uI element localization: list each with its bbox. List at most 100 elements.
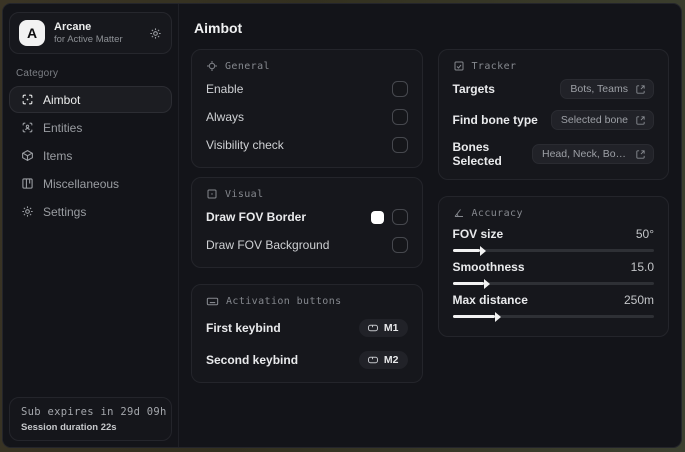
slider-value: 250m bbox=[623, 293, 654, 307]
enable-checkbox[interactable] bbox=[391, 81, 408, 97]
sidebar-item-entities[interactable]: Entities bbox=[9, 114, 172, 141]
setting-row-enable: Enable bbox=[206, 78, 408, 100]
keybind-value: M1 bbox=[383, 322, 399, 334]
overlay-window: A Arcane for Active Matter Category Aimb… bbox=[2, 3, 682, 448]
second-keybind-button[interactable]: M2 bbox=[358, 351, 408, 369]
setting-label: Targets bbox=[452, 82, 495, 96]
cube-icon bbox=[20, 149, 34, 162]
brand-text: Arcane for Active Matter bbox=[54, 21, 123, 45]
setting-row-smoothness: Smoothness 15.0 bbox=[452, 260, 654, 289]
general-card: General Enable Always Visibility check bbox=[191, 49, 423, 168]
setting-label: Smoothness bbox=[452, 260, 525, 274]
max-distance-slider[interactable] bbox=[452, 311, 654, 322]
setting-label: Visibility check bbox=[206, 138, 284, 152]
setting-label: Enable bbox=[206, 82, 244, 96]
setting-row-first-keybind: First keybind M1 bbox=[206, 317, 408, 339]
setting-row-targets: Targets Bots, Teams bbox=[452, 78, 654, 100]
visibility-check-checkbox[interactable] bbox=[391, 137, 408, 153]
setting-row-fov-size: FOV size 50° bbox=[452, 227, 654, 256]
slider-fill[interactable] bbox=[452, 311, 502, 322]
target-icon bbox=[206, 60, 218, 72]
first-keybind-button[interactable]: M1 bbox=[358, 319, 408, 337]
sidebar-item-label: Settings bbox=[43, 204, 87, 219]
slider-value: 15.0 bbox=[630, 260, 654, 274]
setting-row-always: Always bbox=[206, 106, 408, 128]
radar-box-icon bbox=[453, 60, 465, 72]
activation-card-header: Activation buttons bbox=[206, 295, 408, 308]
sidebar-item-label: Items bbox=[43, 148, 73, 163]
slider-fill[interactable] bbox=[452, 245, 486, 256]
smoothness-slider[interactable] bbox=[452, 278, 654, 289]
setting-label: Draw FOV Background bbox=[206, 238, 330, 252]
fov-border-color-swatch[interactable] bbox=[370, 210, 384, 224]
session-duration-text: Session duration 22s bbox=[21, 422, 117, 433]
category-label: Category bbox=[16, 68, 59, 79]
left-column: General Enable Always Visibility check V… bbox=[191, 49, 423, 383]
brand-logo: A bbox=[19, 20, 45, 46]
subscription-info-card: Sub expires in 29d 09h Session duration … bbox=[9, 397, 172, 441]
find-bone-type-select[interactable]: Selected bone bbox=[550, 110, 654, 130]
sub-expiry-text: Sub expires in 29d 09h bbox=[21, 406, 167, 418]
slider-fill[interactable] bbox=[452, 278, 490, 289]
sidebar-item-aimbot[interactable]: Aimbot bbox=[9, 86, 172, 113]
angle-icon bbox=[453, 207, 465, 219]
sidebar-item-settings[interactable]: Settings bbox=[9, 198, 172, 225]
select-value: Head, Neck, Body, Pe… bbox=[542, 148, 628, 160]
select-value: Selected bone bbox=[560, 114, 628, 126]
mouse-icon bbox=[367, 354, 379, 366]
accuracy-card-header: Accuracy bbox=[453, 207, 655, 219]
draw-fov-border-checkbox[interactable] bbox=[391, 209, 408, 225]
setting-row-find-bone-type: Find bone type Selected bone bbox=[452, 109, 654, 131]
setting-label: FOV size bbox=[452, 227, 504, 241]
targets-select[interactable]: Bots, Teams bbox=[560, 79, 654, 99]
page-title: Aimbot bbox=[194, 20, 243, 36]
sidebar-item-items[interactable]: Items bbox=[9, 142, 172, 169]
setting-row-max-distance: Max distance 250m bbox=[452, 293, 654, 322]
person-scan-icon bbox=[20, 121, 34, 134]
expand-select-icon bbox=[635, 149, 646, 160]
setting-label: Find bone type bbox=[452, 113, 538, 127]
sidebar-item-label: Entities bbox=[43, 120, 83, 135]
gear-icon bbox=[20, 205, 34, 218]
setting-row-second-keybind: Second keybind M2 bbox=[206, 349, 408, 371]
keyboard-icon bbox=[206, 295, 219, 308]
bones-selected-select[interactable]: Head, Neck, Body, Pe… bbox=[532, 144, 654, 164]
sidebar: A Arcane for Active Matter Category Aimb… bbox=[3, 4, 179, 447]
slider-value: 50° bbox=[635, 227, 654, 241]
gear-icon[interactable] bbox=[149, 27, 162, 40]
setting-row-bones-selected: Bones Selected Head, Neck, Body, Pe… bbox=[452, 140, 654, 168]
expand-select-icon bbox=[635, 115, 646, 126]
mouse-icon bbox=[367, 322, 379, 334]
setting-row-visibility-check: Visibility check bbox=[206, 134, 408, 156]
fov-size-slider[interactable] bbox=[452, 245, 654, 256]
columns-icon bbox=[20, 177, 34, 190]
brand-card: A Arcane for Active Matter bbox=[9, 12, 172, 54]
brand-subtitle: for Active Matter bbox=[54, 34, 123, 45]
sidebar-item-label: Aimbot bbox=[43, 92, 81, 107]
setting-label: Bones Selected bbox=[452, 140, 502, 168]
tracker-card-header: Tracker bbox=[453, 60, 655, 72]
always-checkbox[interactable] bbox=[391, 109, 408, 125]
expand-select-icon bbox=[635, 84, 646, 95]
setting-row-draw-fov-border: Draw FOV Border bbox=[206, 206, 408, 228]
brand-title: Arcane bbox=[54, 21, 92, 33]
setting-label: First keybind bbox=[206, 321, 281, 335]
main-content: Aimbot General Enable Always Visibility … bbox=[179, 4, 681, 447]
brand-logo-letter: A bbox=[26, 25, 38, 41]
draw-fov-background-checkbox[interactable] bbox=[391, 237, 408, 253]
sidebar-nav: Aimbot Entities Items Miscellaneous Sett… bbox=[9, 86, 172, 226]
activation-buttons-card: Activation buttons First keybind M1 Seco… bbox=[191, 284, 423, 383]
visual-card: Visual Draw FOV Border Draw FOV Backgrou… bbox=[191, 177, 423, 268]
visual-card-header: Visual bbox=[206, 188, 408, 200]
setting-label: Second keybind bbox=[206, 353, 299, 367]
sidebar-item-miscellaneous[interactable]: Miscellaneous bbox=[9, 170, 172, 197]
frame-icon bbox=[206, 188, 218, 200]
right-column: Tracker Targets Bots, Teams Find bone ty… bbox=[437, 49, 669, 337]
crosshair-scan-icon bbox=[20, 93, 34, 106]
tracker-card: Tracker Targets Bots, Teams Find bone ty… bbox=[437, 49, 669, 180]
setting-row-draw-fov-background: Draw FOV Background bbox=[206, 234, 408, 256]
general-card-header: General bbox=[206, 60, 408, 72]
accuracy-card: Accuracy FOV size 50° Smoothness 15.0 Ma… bbox=[437, 196, 669, 337]
setting-label: Draw FOV Border bbox=[206, 210, 307, 224]
select-value: Bots, Teams bbox=[570, 83, 628, 95]
